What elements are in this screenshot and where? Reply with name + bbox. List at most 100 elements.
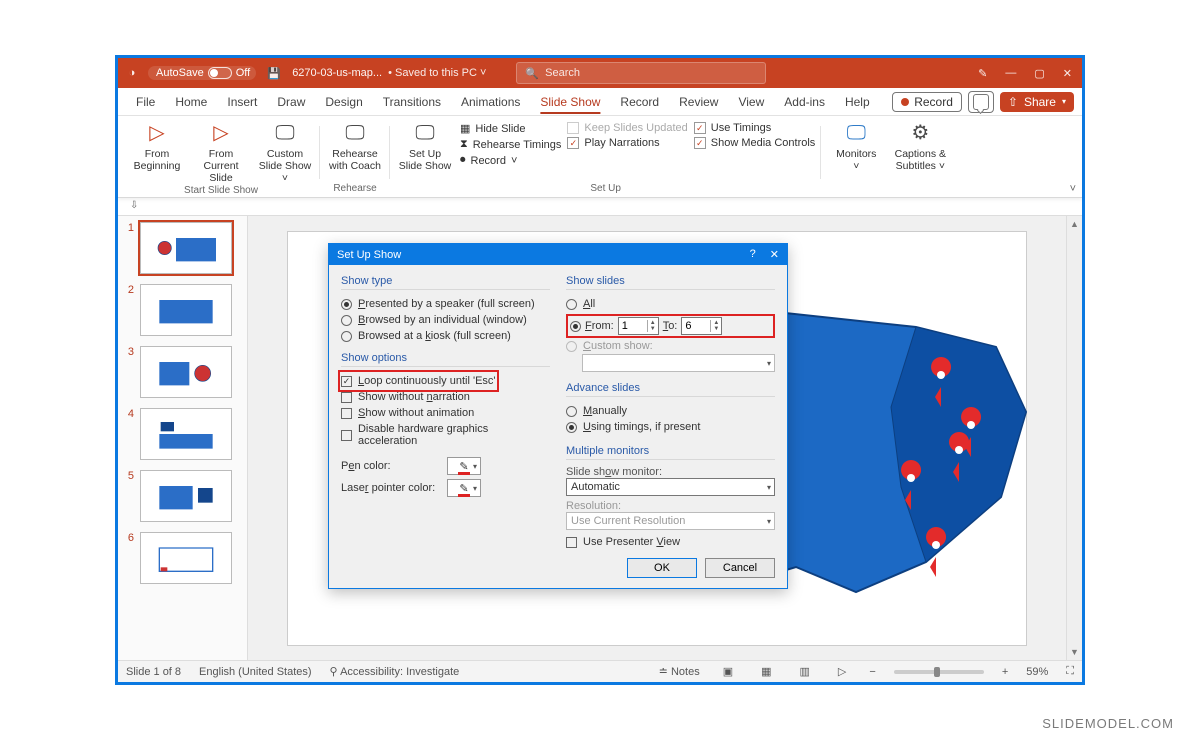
slide-counter[interactable]: Slide 1 of 8 (126, 666, 181, 678)
tab-transitions[interactable]: Transitions (373, 91, 451, 113)
setup-show-button[interactable]: 🖵 Set Up Slide Show (396, 120, 454, 172)
no-narration-checkbox[interactable]: Show without narration (341, 389, 550, 405)
tab-help[interactable]: Help (835, 91, 880, 113)
notes-button[interactable]: ≐ Notes (659, 665, 700, 678)
scroll-down-icon[interactable]: ▼ (1070, 644, 1079, 660)
dialog-help-icon[interactable]: ? (750, 248, 756, 261)
no-animation-checkbox[interactable]: Show without animation (341, 405, 550, 421)
radio-from[interactable] (570, 321, 581, 332)
tab-insert[interactable]: Insert (217, 91, 267, 113)
monitors-label: Monitors˅ (836, 148, 876, 172)
sorter-view-icon[interactable]: ▦ (756, 665, 776, 678)
close-icon[interactable]: ✕ (1063, 67, 1072, 80)
monitors-button[interactable]: 🖵 Monitors˅ (827, 120, 885, 172)
custom-show-button[interactable]: 🖵 Custom Slide Show ˅ (256, 120, 314, 184)
from-current-button[interactable]: ▷ From Current Slide (192, 120, 250, 184)
zoom-slider[interactable] (894, 670, 984, 674)
pen-tool-icon[interactable]: ✎ (978, 67, 987, 80)
fit-to-window-icon[interactable]: ⛶ (1066, 665, 1074, 678)
slide-thumbnail[interactable] (140, 346, 232, 398)
setup-show-dialog: Set Up Show ? ✕ Show type Presented by a… (328, 243, 788, 589)
maximize-icon[interactable]: ▢ (1034, 67, 1044, 80)
thumbnail-pane[interactable]: 1 2 3 4 5 6 (118, 216, 248, 660)
ribbon-collapse-icon[interactable]: ˅ (1070, 183, 1076, 195)
tab-file[interactable]: File (126, 91, 165, 113)
search-input[interactable]: 🔍 Search (516, 62, 766, 84)
from-beginning-button[interactable]: ▷ From Beginning (128, 120, 186, 172)
radio-manually[interactable]: Manually (566, 403, 775, 419)
thumb-number: 5 (122, 470, 134, 522)
save-icon[interactable]: 💾 (264, 67, 284, 80)
group-setup-label: Set Up (396, 182, 815, 197)
vertical-scrollbar[interactable]: ▲ ▼ (1066, 216, 1082, 660)
radio-presented[interactable]: Presented by a speaker (full screen) (341, 296, 550, 312)
monitor-combo[interactable]: Automatic (566, 478, 775, 496)
radio-browsed-kiosk[interactable]: Browsed at a kiosk (full screen) (341, 328, 550, 344)
tab-addins[interactable]: Add-ins (774, 91, 835, 113)
use-timings-checkbox[interactable]: ✓Use Timings (694, 122, 816, 134)
tab-home[interactable]: Home (165, 91, 217, 113)
clock-icon: ⧗ (460, 138, 468, 151)
record-button[interactable]: Record (892, 92, 962, 112)
setup-icon: 🖵 (415, 122, 434, 145)
slideshow-view-icon[interactable]: ▷ (833, 665, 851, 678)
resolution-label: Resolution: (566, 500, 775, 512)
dialog-titlebar: Set Up Show ? ✕ (329, 244, 787, 265)
slide-thumbnail[interactable] (140, 222, 232, 274)
record-dropdown[interactable]: ⏺ Record ˅ (460, 154, 561, 167)
hide-slide-button[interactable]: ▦ Hide Slide (460, 122, 561, 135)
radio-all[interactable]: All (566, 296, 775, 312)
captions-icon: ⚙ (911, 122, 929, 145)
spin-down-icon[interactable]: ▼ (711, 326, 721, 332)
spin-down-icon[interactable]: ▼ (648, 326, 658, 332)
qat-overflow-icon[interactable]: ⇩ (130, 200, 138, 211)
autosave-toggle[interactable]: AutoSave Off (148, 66, 256, 80)
radio-browsed-individual[interactable]: Browsed by an individual (window) (341, 312, 550, 328)
tab-animations[interactable]: Animations (451, 91, 530, 113)
minimize-icon[interactable]: — (1005, 67, 1016, 80)
zoom-level[interactable]: 59% (1026, 666, 1048, 678)
tab-view[interactable]: View (728, 91, 774, 113)
rehearse-timings-button[interactable]: ⧗ Rehearse Timings (460, 138, 561, 151)
play-narrations-checkbox[interactable]: ✓Play Narrations (567, 137, 687, 149)
comments-button[interactable] (968, 91, 994, 113)
disable-hw-checkbox[interactable]: Disable hardware graphics acceleration (341, 421, 550, 449)
loop-checkbox[interactable]: Loop continuously until 'Esc' (341, 373, 496, 389)
reading-view-icon[interactable]: ▥ (795, 665, 815, 678)
presenter-view-checkbox[interactable]: Use Presenter View (566, 534, 775, 550)
document-name[interactable]: 6270-03-us-map... (292, 67, 382, 79)
cancel-button[interactable]: Cancel (705, 558, 775, 578)
language-status[interactable]: English (United States) (199, 666, 312, 678)
captions-button[interactable]: ⚙ Captions & Subtitles ˅ (891, 120, 949, 172)
laser-color-picker[interactable]: ✎ (447, 479, 481, 497)
save-status[interactable]: • Saved to this PC ˅ (388, 67, 486, 79)
to-input[interactable] (682, 320, 710, 332)
tab-slide-show[interactable]: Slide Show (530, 91, 610, 113)
coach-icon: 🖵 (345, 122, 364, 145)
slide-thumbnail[interactable] (140, 532, 232, 584)
pen-color-picker[interactable]: ✎ (447, 457, 481, 475)
dialog-close-icon[interactable]: ✕ (770, 248, 779, 261)
from-input[interactable] (619, 320, 647, 332)
multimon-legend: Multiple monitors (566, 445, 775, 460)
zoom-in-icon[interactable]: + (1002, 666, 1008, 678)
normal-view-icon[interactable]: ▣ (718, 665, 738, 678)
tab-record[interactable]: Record (610, 91, 669, 113)
share-button[interactable]: ⇧ Share ▾ (1000, 92, 1074, 112)
rehearse-coach-button[interactable]: 🖵 Rehearse with Coach (326, 120, 384, 172)
zoom-out-icon[interactable]: − (869, 666, 875, 678)
slide-thumbnail[interactable] (140, 284, 232, 336)
show-media-checkbox[interactable]: ✓Show Media Controls (694, 137, 816, 149)
slide-thumbnail[interactable] (140, 408, 232, 460)
scroll-up-icon[interactable]: ▲ (1070, 216, 1079, 232)
play-icon: ▷ (213, 122, 228, 145)
tab-draw[interactable]: Draw (267, 91, 315, 113)
ok-button[interactable]: OK (627, 558, 697, 578)
accessibility-status[interactable]: ⚲ Accessibility: Investigate (330, 665, 460, 678)
from-spinner[interactable]: ▲▼ (618, 317, 659, 335)
tab-review[interactable]: Review (669, 91, 728, 113)
slide-thumbnail[interactable] (140, 470, 232, 522)
to-spinner[interactable]: ▲▼ (681, 317, 722, 335)
radio-using-timings[interactable]: Using timings, if present (566, 419, 775, 435)
tab-design[interactable]: Design (315, 91, 372, 113)
